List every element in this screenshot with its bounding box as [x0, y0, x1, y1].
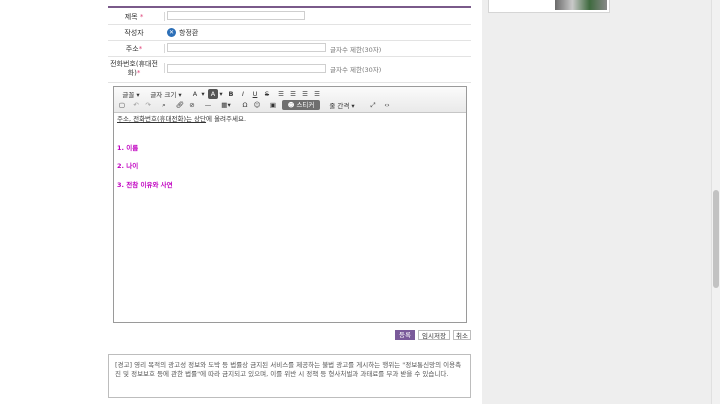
find-icon[interactable]: ⌕ [159, 100, 169, 110]
bg-color-button[interactable]: A [208, 89, 218, 99]
undo-icon[interactable]: ↶ [131, 100, 141, 110]
emoticon-icon[interactable]: ☺ [252, 100, 262, 110]
line-height-select[interactable]: 줄 간격 ▾ [324, 100, 360, 112]
bold-button[interactable]: B [226, 89, 236, 99]
unlink-icon[interactable]: ⊘ [187, 100, 197, 110]
address-row: 주소* 글자수 제한(30자) [108, 40, 471, 57]
align-right-icon[interactable]: ☰ [300, 89, 310, 99]
user-icon: ✕ [167, 28, 176, 37]
align-justify-icon[interactable]: ☰ [312, 89, 322, 99]
legal-notice-text: [경고] 영리 목적의 광고성 정보와 도박 등 법률상 금지된 서비스를 제공… [115, 361, 462, 378]
sidebar-ad[interactable] [488, 0, 610, 13]
editor-toolbar: 글꼴 ▾ 글자 크기 ▾ A ▾ A ▾ B I U S ☰ ☰ ☰ ☰ ▢ ↶… [114, 87, 466, 113]
submit-button[interactable]: 등록 [395, 330, 415, 340]
text-color-button[interactable]: A [190, 89, 200, 99]
title-row: 제목 * [108, 8, 471, 25]
legal-notice: [경고] 영리 목적의 광고성 정보와 도박 등 법률상 금지된 서비스를 제공… [108, 354, 471, 398]
author-name: 항정환 [179, 29, 199, 37]
new-document-icon[interactable]: ▢ [117, 100, 127, 110]
address-label: 주소* [125, 45, 143, 53]
cancel-button[interactable]: 취소 [453, 330, 471, 340]
align-left-icon[interactable]: ☰ [276, 89, 286, 99]
sticker-button[interactable]: ☻ 스티커 [282, 100, 320, 110]
special-char-button[interactable]: Ω [240, 100, 250, 110]
horizontal-rule-icon[interactable]: — [203, 100, 213, 110]
phone-label: 전화번호(휴대전 화)* [110, 60, 158, 77]
item-age: 2. 나이 [117, 162, 139, 170]
chevron-down-icon[interactable]: ▾ [218, 89, 224, 99]
phone-hint: 글자수 제한(30자) [330, 66, 382, 74]
author-label: 작성자 [124, 29, 144, 37]
title-label: 제목 * [124, 13, 144, 21]
scrollbar-thumb[interactable] [713, 190, 719, 288]
write-form: 제목 * 작성자 ✕ 항정환 주소* 글자수 제한(30자) 전화번호(휴대전 … [108, 0, 474, 404]
draft-button[interactable]: 임시저장 [418, 330, 450, 340]
title-input[interactable] [167, 11, 305, 20]
redo-icon[interactable]: ↷ [143, 100, 153, 110]
underline-button[interactable]: U [250, 89, 260, 99]
ad-thumbnail [555, 0, 607, 10]
strike-button[interactable]: S [262, 89, 272, 99]
guide-line: 주소, 전화번호(휴대전화)는 상단에 올려주세요. [117, 115, 247, 123]
table-icon[interactable]: ▦▾ [218, 100, 234, 110]
phone-row: 전화번호(휴대전 화)* 글자수 제한(30자) [108, 56, 471, 83]
item-reason: 3. 전참 이유와 사연 [117, 181, 173, 189]
fullscreen-icon[interactable]: ⤢ [368, 100, 378, 110]
right-sidebar [482, 0, 711, 404]
link-icon[interactable]: 🔗︎ [175, 100, 185, 110]
chevron-down-icon[interactable]: ▾ [200, 89, 206, 99]
source-code-button[interactable]: ‹› [382, 100, 392, 110]
address-input[interactable] [167, 43, 326, 52]
align-center-icon[interactable]: ☰ [288, 89, 298, 99]
page-scrollbar[interactable] [711, 0, 720, 404]
italic-button[interactable]: I [238, 89, 248, 99]
phone-input[interactable] [167, 64, 326, 73]
author-row: 작성자 ✕ 항정환 [108, 24, 471, 41]
image-icon[interactable]: ▣ [268, 100, 278, 110]
address-hint: 글자수 제한(30자) [330, 46, 382, 54]
rich-text-editor: 글꼴 ▾ 글자 크기 ▾ A ▾ A ▾ B I U S ☰ ☰ ☰ ☰ ▢ ↶… [113, 86, 467, 323]
left-gutter [0, 0, 108, 404]
item-name: 1. 이름 [117, 144, 139, 152]
